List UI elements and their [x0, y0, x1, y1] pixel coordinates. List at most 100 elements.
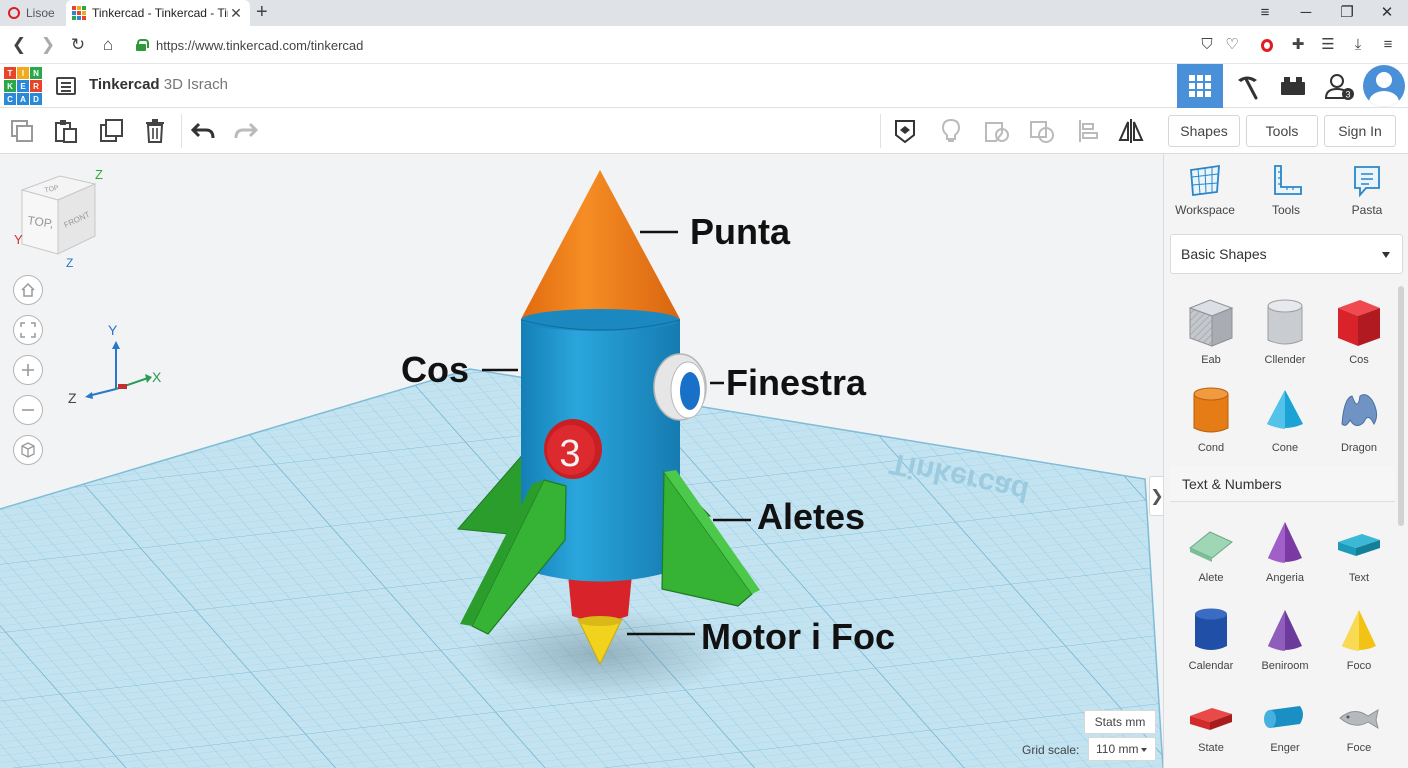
lightbulb-icon [941, 118, 961, 142]
shape-cylinder[interactable]: Cllender [1250, 296, 1320, 366]
note-icon [1354, 166, 1380, 198]
panel-scrollbar[interactable] [1398, 286, 1404, 526]
shape-calendar[interactable]: Calendar [1176, 606, 1246, 672]
hint-button[interactable] [937, 117, 965, 145]
cube-icon [21, 442, 35, 458]
tools-button[interactable]: Tools [1246, 115, 1318, 147]
view-cube[interactable]: TOP TOP, FRONT Z Y Z [14, 167, 103, 270]
sign-in-button[interactable]: Sign In [1324, 115, 1396, 147]
close-tab-icon[interactable]: ✕ [228, 5, 244, 22]
3d-view-button[interactable] [1177, 64, 1223, 108]
workplane[interactable]: Tinkercad TOP TOP, FRONT Z Y Z Y X Z 3 P… [0, 154, 1163, 768]
shape-state[interactable]: State [1176, 698, 1246, 754]
delete-button[interactable] [141, 117, 169, 145]
copy-button[interactable] [8, 117, 36, 145]
rocket-nose [521, 170, 680, 330]
svg-text:Z: Z [95, 167, 103, 182]
shape-cos[interactable]: Cos [1324, 296, 1394, 366]
shape-library-select[interactable]: Basic Shapes [1170, 234, 1403, 274]
zoom-out-button[interactable] [13, 395, 43, 425]
shape-foce[interactable]: Foce [1324, 698, 1394, 754]
fit-view-button[interactable] [13, 315, 43, 345]
shape-foco[interactable]: Foco [1324, 606, 1394, 672]
vpn-icon[interactable]: ⛉ [1197, 36, 1217, 54]
grid-icon [1189, 75, 1211, 97]
grid-scale-select[interactable]: 110 mm [1088, 737, 1156, 761]
home-icon[interactable]: ⌂ [97, 34, 119, 56]
minimize-icon[interactable]: ─ [1291, 2, 1321, 24]
panel-tab-pasta[interactable]: Pasta [1330, 164, 1404, 217]
build-button[interactable] [1224, 64, 1270, 108]
panel-tab-tools[interactable]: Tools [1249, 164, 1323, 217]
label-cos: Cos [401, 349, 470, 390]
brick-icon [1281, 77, 1305, 95]
shape-text[interactable]: Text [1324, 518, 1394, 584]
user-icon: 3 [1324, 74, 1354, 100]
fit-icon [20, 322, 36, 338]
browser-tab-lisoe[interactable]: Lisoe [8, 0, 66, 26]
orange-cylinder-icon [1193, 387, 1229, 433]
undo-button[interactable] [189, 117, 217, 145]
shapes-button[interactable]: Shapes [1168, 115, 1240, 147]
group-button[interactable] [983, 117, 1011, 145]
shape-dragon[interactable]: Dragon [1324, 384, 1394, 454]
panel-tab-workspace[interactable]: Workspace [1168, 164, 1242, 217]
home-view-button[interactable] [13, 275, 43, 305]
shape-cond[interactable]: Cond [1176, 384, 1246, 454]
note-button[interactable] [891, 117, 919, 145]
extensions-icon[interactable]: ✚ [1288, 36, 1308, 54]
avatar[interactable] [1363, 65, 1405, 107]
shape-enger[interactable]: Enger [1250, 698, 1320, 754]
forward-icon[interactable]: ❯ [37, 34, 59, 56]
projection-button[interactable] [13, 435, 43, 465]
viewport-canvas: Tinkercad TOP TOP, FRONT Z Y Z Y X Z 3 [0, 167, 1163, 768]
trash-icon [146, 119, 164, 143]
svg-text:Y: Y [14, 232, 23, 247]
shape-cone[interactable]: Cone [1250, 384, 1320, 454]
paste-button[interactable] [52, 117, 80, 145]
label-punta: Punta [690, 211, 791, 252]
reading-list-icon[interactable]: ☰ [1318, 36, 1338, 54]
redo-icon [234, 122, 259, 139]
mirror-button[interactable] [1117, 117, 1145, 145]
reload-icon[interactable]: ↻ [67, 34, 89, 56]
browser-tabbar: Lisoe Tinkercad - Tinkercad - Tinkercad … [0, 0, 1408, 26]
back-icon[interactable]: ❮ [8, 34, 30, 56]
new-tab-icon[interactable]: + [256, 2, 268, 22]
label-aletes: Aletes [757, 496, 866, 537]
user-button[interactable]: 3 [1316, 64, 1362, 108]
section-text-numbers[interactable]: Text & Numbers [1170, 466, 1395, 502]
align-button[interactable] [1074, 117, 1102, 145]
opera-menu-icon[interactable] [1257, 36, 1277, 54]
browser-tab-tinkercad[interactable]: Tinkercad - Tinkercad - Tinkercad ✕ [66, 0, 250, 26]
menu-icon[interactable]: ≡ [1378, 36, 1398, 54]
shape-angeria[interactable]: Angeria [1250, 518, 1320, 584]
restore-icon[interactable]: ❐ [1332, 2, 1362, 24]
zoom-in-button[interactable] [13, 355, 43, 385]
design-title[interactable]: Tinkercad 3D Israch [89, 76, 228, 93]
plus-icon [22, 364, 34, 376]
svg-text:Y: Y [108, 322, 118, 338]
group-icon [985, 122, 1009, 142]
opera-icon [8, 7, 20, 19]
copy-icon [11, 120, 33, 142]
download-icon[interactable]: ⤓ [1348, 36, 1368, 54]
ungroup-button[interactable] [1028, 117, 1056, 145]
shape-beniroom[interactable]: Beniroom [1250, 606, 1320, 672]
svg-text:3: 3 [1345, 90, 1350, 100]
stats-button[interactable]: Stats mm [1084, 710, 1156, 734]
tab-menu-icon[interactable]: ≡ [1250, 2, 1280, 24]
pickaxe-icon [1238, 76, 1258, 100]
url-field[interactable]: https://www.tinkercad.com/tinkercad [128, 31, 1254, 59]
duplicate-button[interactable] [97, 117, 125, 145]
heart-icon[interactable]: ♡ [1222, 36, 1242, 54]
shape-alete[interactable]: Alete [1176, 518, 1246, 584]
design-list-icon[interactable] [56, 77, 76, 95]
tinkercad-logo[interactable]: T I N K E R C A D [4, 67, 42, 105]
bricks-button[interactable] [1270, 64, 1316, 108]
shape-box[interactable]: Eab [1176, 296, 1246, 366]
redo-button[interactable] [232, 117, 260, 145]
close-window-icon[interactable]: ✕ [1372, 2, 1402, 24]
label-motor: Motor i Foc [701, 616, 895, 657]
shapes-panel: Workspace Tools Pasta Basic Shapes Eab C [1163, 154, 1408, 768]
